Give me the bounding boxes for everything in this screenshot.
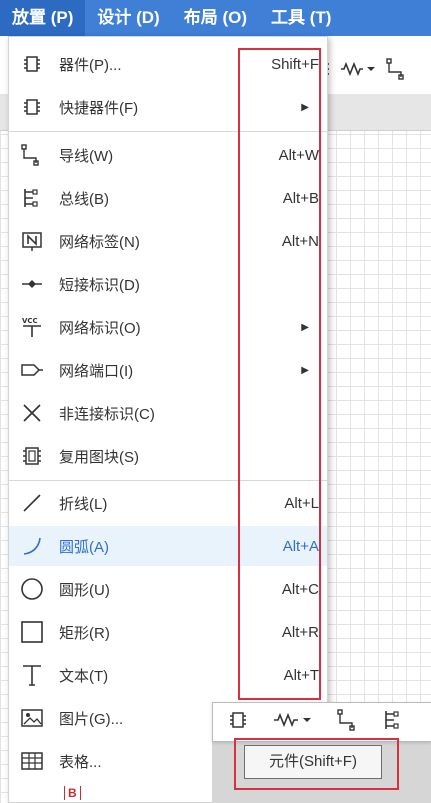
menu-item-text[interactable]: 文本(T) Alt+T bbox=[9, 655, 327, 695]
wire-icon bbox=[19, 142, 45, 168]
menu-item-shortcut: Alt+B bbox=[282, 189, 319, 207]
menu-item-label: 图片(G)... bbox=[59, 710, 124, 728]
menu-item-label: 圆形(U) bbox=[59, 581, 110, 599]
menu-item-polyline[interactable]: 折线(L) Alt+L bbox=[9, 483, 327, 523]
resistor-dropdown-button[interactable] bbox=[263, 703, 323, 741]
menu-design[interactable]: 设计 (D) bbox=[85, 0, 171, 36]
menu-item-net-label[interactable]: 网络标签(N) Alt+N bbox=[9, 221, 327, 261]
net-port-icon bbox=[19, 357, 45, 383]
submenu-arrow-icon: ▶ bbox=[301, 364, 309, 376]
circle-icon bbox=[19, 576, 45, 602]
menu-item-shortcut: Alt+W bbox=[278, 146, 319, 164]
menu-item-label: 网络标识(O) bbox=[59, 319, 141, 337]
menu-item-label: 网络端口(I) bbox=[59, 362, 134, 380]
menu-item-short-flag[interactable]: 短接标识(D) bbox=[9, 264, 327, 304]
menu-item-shortcut: Alt+C bbox=[281, 580, 319, 598]
chip-icon bbox=[19, 51, 45, 77]
menu-item-label: 导线(W) bbox=[59, 147, 114, 165]
menu-item-label: 总线(B) bbox=[59, 190, 109, 208]
resistor-icon bbox=[273, 712, 313, 732]
menu-item-quick-component[interactable]: 快捷器件(F) ▶ bbox=[9, 87, 327, 127]
menu-item-arc[interactable]: 圆弧(A) Alt+A bbox=[9, 526, 327, 566]
menu-item-label: 非连接标识(C) bbox=[59, 405, 155, 423]
menu-item-shortcut: Alt+A bbox=[282, 537, 319, 555]
menu-item-circle[interactable]: 圆形(U) Alt+C bbox=[9, 569, 327, 609]
menu-item-label: 短接标识(D) bbox=[59, 276, 140, 294]
menu-layout[interactable]: 布局 (O) bbox=[172, 0, 259, 36]
menu-item-net-flag[interactable]: VCC 网络标识(O) ▶ bbox=[9, 307, 327, 347]
menu-item-reuse-block[interactable]: 复用图块(S) bbox=[9, 436, 327, 476]
menu-item-label: 器件(P)... bbox=[59, 56, 122, 74]
menu-item-component[interactable]: 器件(P)... Shift+F bbox=[9, 44, 327, 84]
menu-item-label: 矩形(R) bbox=[59, 624, 110, 642]
submenu-arrow-icon: ▶ bbox=[301, 321, 309, 333]
menu-item-wire[interactable]: 导线(W) Alt+W bbox=[9, 135, 327, 175]
short-flag-icon bbox=[19, 271, 45, 297]
text-icon bbox=[19, 662, 45, 688]
chip-icon bbox=[228, 710, 248, 735]
tooltip: 元件(Shift+F) bbox=[244, 745, 382, 779]
bus-button[interactable] bbox=[373, 703, 413, 741]
floating-toolbar bbox=[212, 702, 431, 742]
rectangle-icon bbox=[19, 619, 45, 645]
svg-text:VCC: VCC bbox=[22, 317, 38, 325]
menu-divider bbox=[9, 480, 327, 481]
menubar: 放置 (P) 设计 (D) 布局 (O) 工具 (T) bbox=[0, 0, 431, 36]
menu-item-label: 快捷器件(F) bbox=[59, 99, 139, 117]
menu-item-shortcut: Alt+L bbox=[284, 494, 319, 512]
menu-item-label: 表格... bbox=[59, 753, 102, 771]
menu-item-label: 文本(T) bbox=[59, 667, 109, 685]
wire-button[interactable] bbox=[323, 703, 373, 741]
menu-item-shortcut: Shift+F bbox=[271, 55, 319, 73]
reuse-block-icon bbox=[19, 443, 45, 469]
menu-item-shortcut: Alt+N bbox=[281, 232, 319, 250]
table-icon bbox=[19, 748, 45, 774]
bus-icon bbox=[19, 185, 45, 211]
polyline-icon bbox=[19, 490, 45, 516]
place-dropdown-menu: 器件(P)... Shift+F 快捷器件(F) ▶ 导线(W) Alt+W 总… bbox=[8, 36, 328, 803]
menu-item-shortcut: Alt+R bbox=[281, 623, 319, 641]
menu-divider bbox=[9, 131, 327, 132]
component-button[interactable] bbox=[213, 703, 263, 741]
menu-item-label: 网络标签(N) bbox=[59, 233, 140, 251]
vcc-icon: VCC bbox=[19, 314, 45, 340]
menu-item-bus[interactable]: 总线(B) Alt+B bbox=[9, 178, 327, 218]
menu-tools[interactable]: 工具 (T) bbox=[259, 0, 343, 36]
menu-item-shortcut: Alt+T bbox=[283, 666, 319, 684]
wire-icon[interactable] bbox=[386, 58, 408, 80]
menu-item-label: 复用图块(S) bbox=[59, 448, 139, 466]
menu-item-rectangle[interactable]: 矩形(R) Alt+R bbox=[9, 612, 327, 652]
image-icon bbox=[19, 705, 45, 731]
submenu-arrow-icon: ▶ bbox=[301, 101, 309, 113]
chip-icon bbox=[19, 94, 45, 120]
resistor-dropdown-icon[interactable] bbox=[340, 62, 376, 76]
menu-place[interactable]: 放置 (P) bbox=[0, 0, 86, 36]
wire-icon bbox=[337, 708, 359, 736]
bus-icon bbox=[382, 709, 404, 736]
toolbar-right-group bbox=[320, 58, 408, 80]
net-label-icon bbox=[19, 228, 45, 254]
menu-item-no-connect[interactable]: 非连接标识(C) bbox=[9, 393, 327, 433]
menu-item-label: 圆弧(A) bbox=[59, 538, 109, 556]
arc-icon bbox=[19, 533, 45, 559]
menu-item-label: 折线(L) bbox=[59, 495, 108, 513]
no-connect-icon bbox=[19, 400, 45, 426]
canvas-pin-label: B bbox=[64, 786, 81, 800]
menu-item-net-port[interactable]: 网络端口(I) ▶ bbox=[9, 350, 327, 390]
